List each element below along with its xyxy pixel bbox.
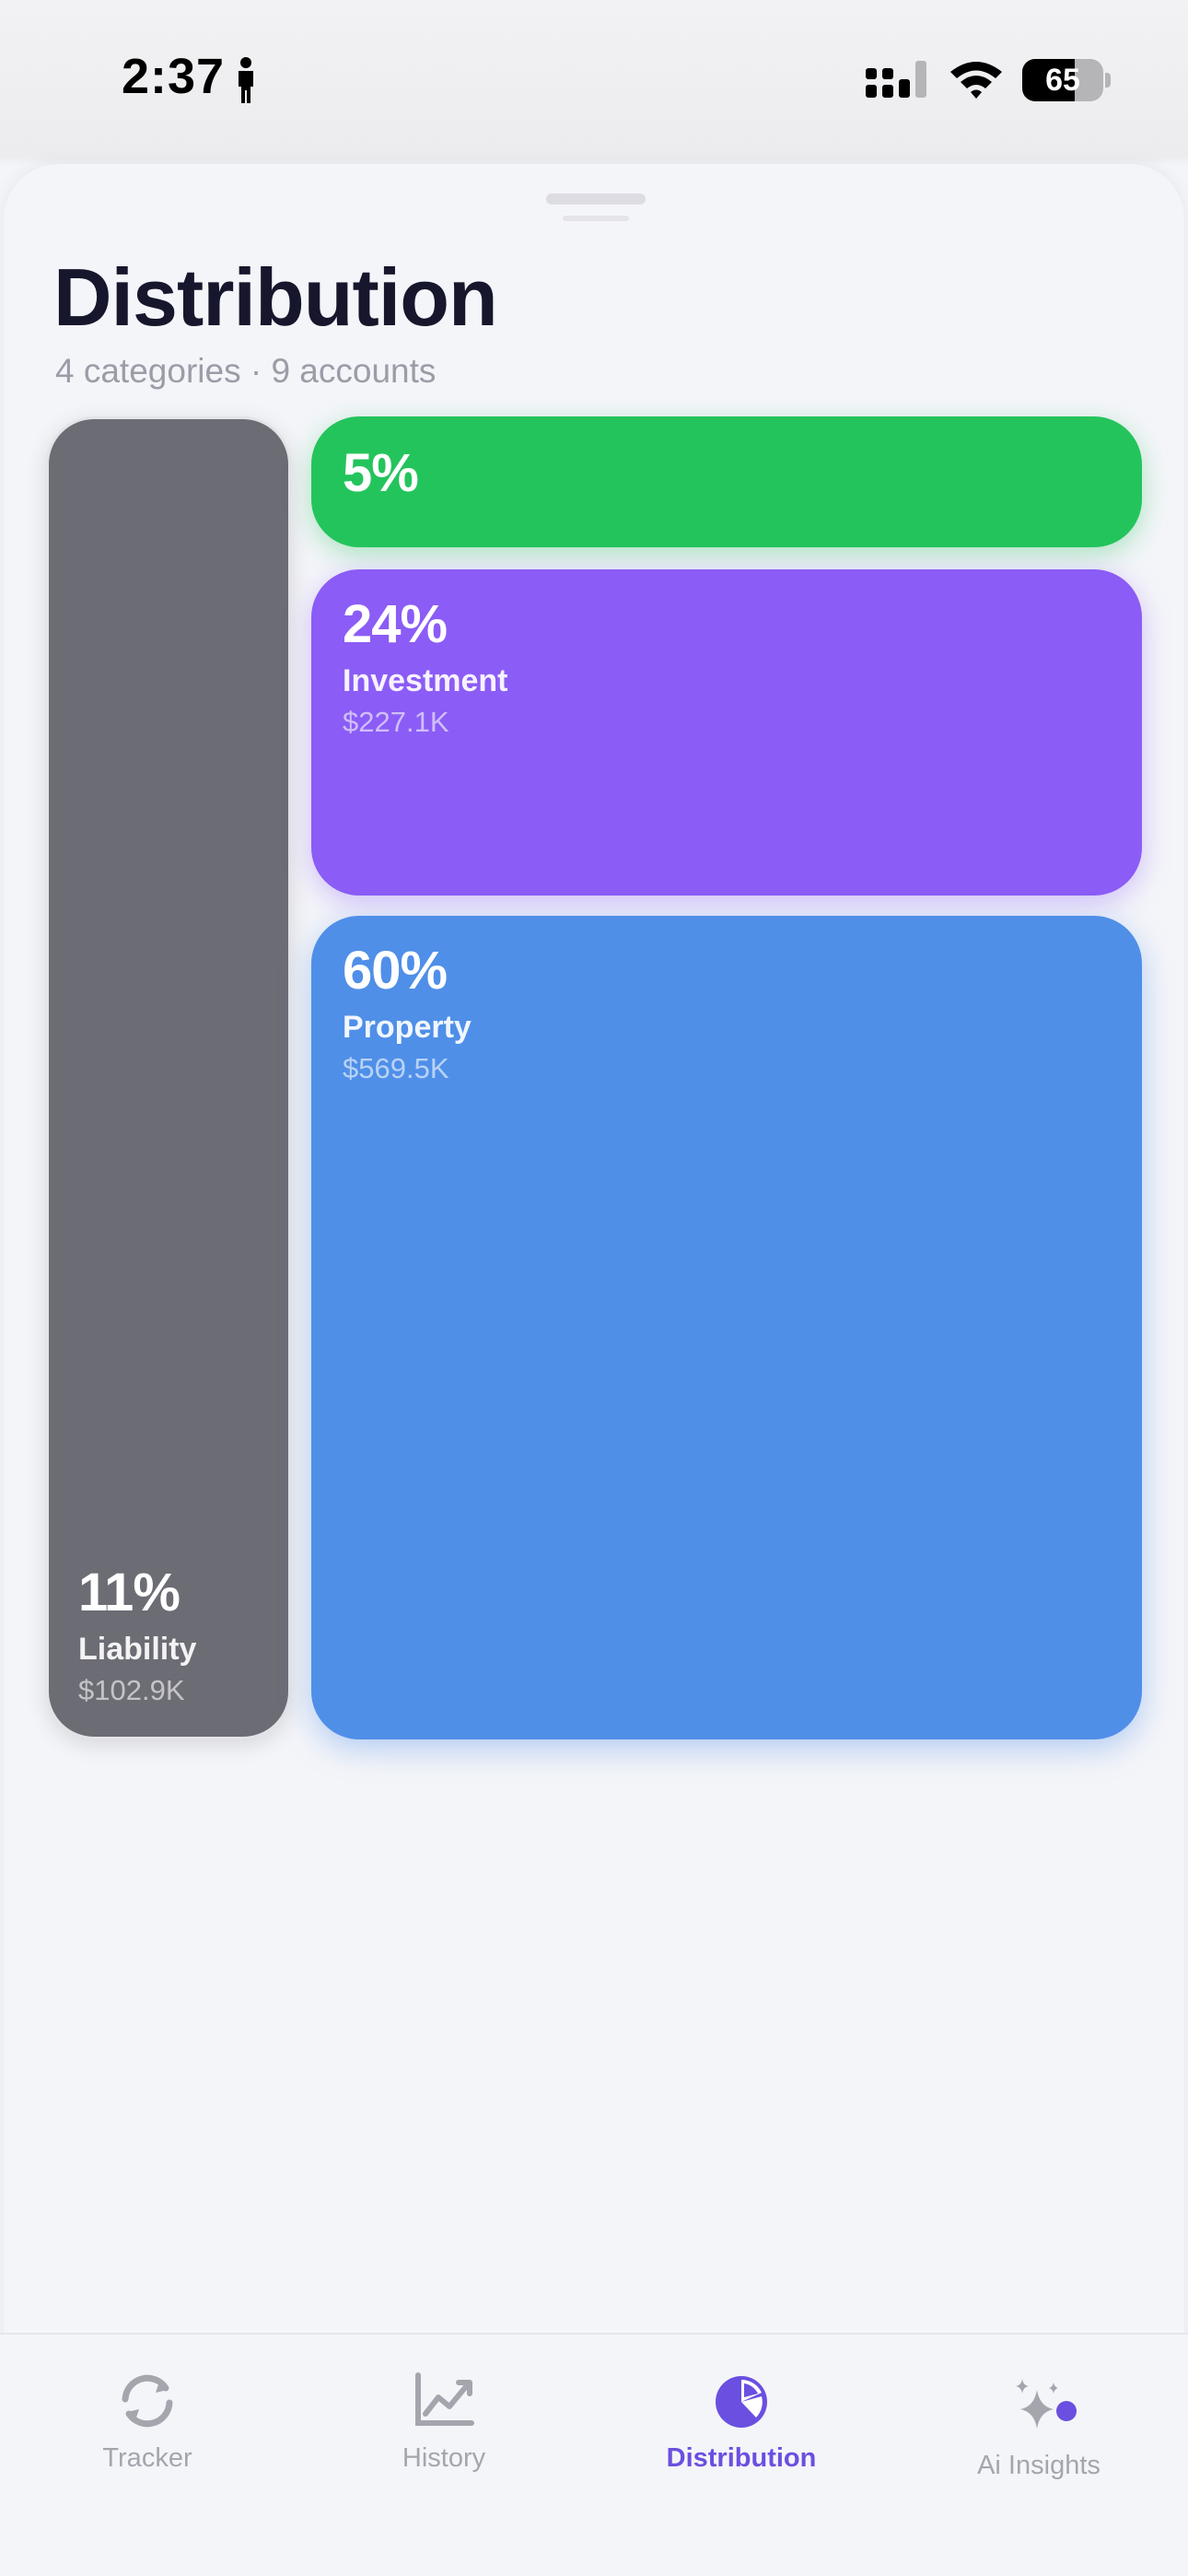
tile-investment[interactable]: 24% Investment $227.1K [311,569,1142,896]
tile-percent: 24% [343,594,448,654]
tile-property[interactable]: 60% Property $569.5K [311,916,1142,1739]
tile-label: Liability [78,1632,197,1667]
status-bar: 2:37 65 [0,0,1188,157]
battery-body: 65 [1022,59,1103,101]
tab-tracker[interactable]: Tracker [0,2371,295,2519]
tile-cash[interactable]: 5% [311,416,1142,547]
tab-ai-insights[interactable]: Ai Insights [891,2371,1186,2519]
battery-level: 65 [1045,63,1080,98]
pie-chart-icon [716,2376,767,2428]
tab-history[interactable]: History [297,2371,591,2519]
tile-amount: $102.9K [78,1674,185,1706]
wifi-icon [950,62,1002,99]
tab-label: History [402,2443,486,2473]
notification-dot [1056,2401,1077,2421]
line-chart-icon [415,2372,474,2426]
tile-amount: $227.1K [343,706,449,738]
sheet-grabber-shadow [563,216,629,221]
tile-label: Property [343,1010,472,1045]
tab-distribution[interactable]: Distribution [594,2371,889,2519]
page-title: Distribution [53,252,498,343]
sheet-grabber[interactable] [546,193,646,205]
tab-label: Ai Insights [977,2451,1101,2480]
battery-cap [1105,73,1111,88]
tile-percent: 11% [78,1563,181,1622]
battery-indicator: 65 [1022,59,1111,101]
person-icon [239,57,253,103]
tab-label: Distribution [666,2443,817,2473]
tab-bar: Tracker History Distribution Ai Insights [0,2333,1188,2576]
page-subtitle: 4 categories · 9 accounts [55,352,437,390]
refresh-icon [122,2374,173,2428]
tile-label: Investment [343,663,508,698]
cellular-signal-icon [866,61,926,98]
tile-liability[interactable]: 11% Liability $102.9K [46,416,291,1739]
tab-label: Tracker [102,2443,192,2473]
tile-percent: 60% [343,941,448,1001]
tile-amount: $569.5K [343,1052,449,1084]
tile-percent: 5% [343,443,419,503]
screen: 2:37 65 Distribution 4 categories · 9 ac… [0,0,1188,2576]
status-time: 2:37 [122,49,226,104]
